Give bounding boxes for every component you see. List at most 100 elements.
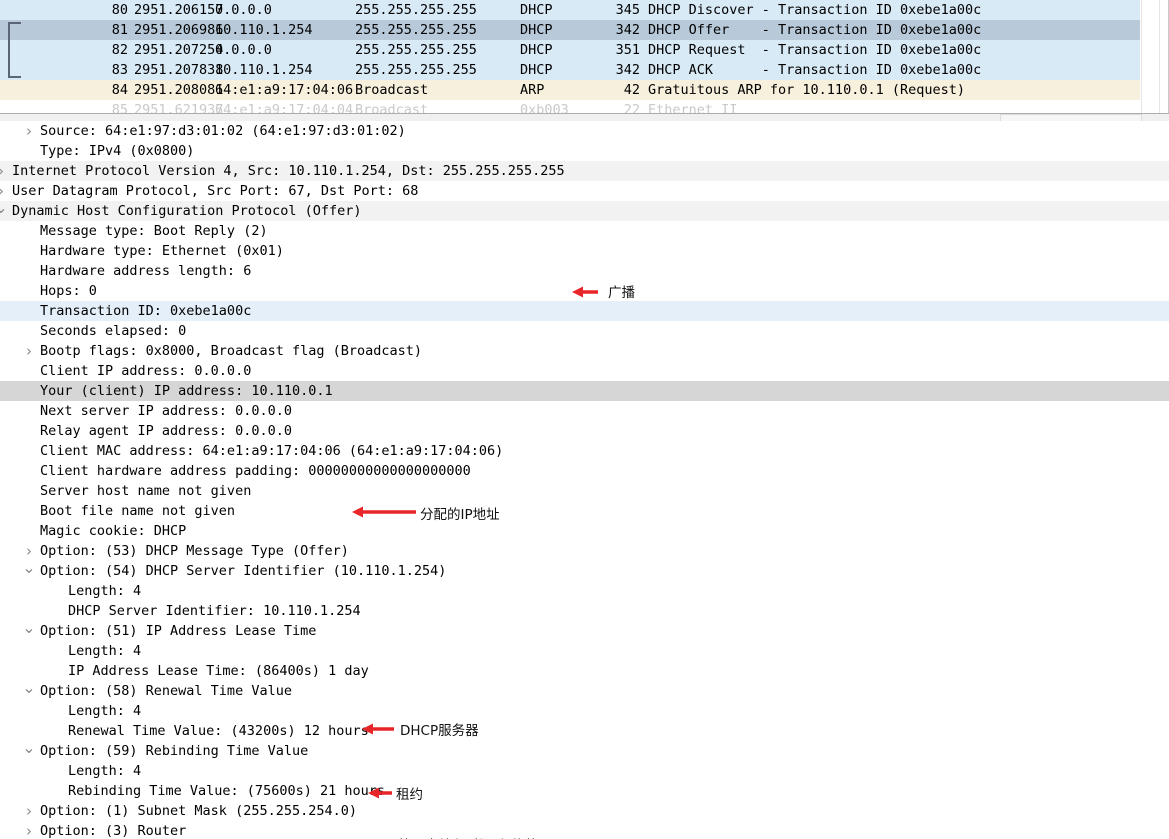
packet-detail-row[interactable]: Server host name not given <box>0 481 1169 501</box>
packet-detail-label: Length: 4 <box>68 643 142 659</box>
packet-detail-row[interactable]: › Option: (53) DHCP Message Type (Offer) <box>0 541 1169 561</box>
packet-dest-cell: 255.255.255.255 <box>355 2 477 18</box>
packet-detail-row[interactable]: Renewal Time Value: (43200s) 12 hours <box>0 721 1169 741</box>
packet-list-vertical-scrollbar[interactable] <box>1141 0 1160 113</box>
packet-detail-row[interactable]: Next server IP address: 0.0.0.0 <box>0 401 1169 421</box>
packet-detail-row[interactable]: ›Internet Protocol Version 4, Src: 10.11… <box>0 161 1169 181</box>
packet-detail-row[interactable]: Client MAC address: 64:e1:a9:17:04:06 (6… <box>0 441 1169 461</box>
packet-list-row[interactable]: 81 2951.206986 10.110.1.254 255.255.255.255… <box>0 20 1140 40</box>
chevron-down-icon[interactable]: ⌄ <box>0 200 8 216</box>
packet-list-pane[interactable]: 80 2951.206157 0.0.0.0 255.255.255.255 DHCP 3… <box>0 0 1169 113</box>
packet-detail-row[interactable]: › Option: (3) Router <box>0 821 1169 839</box>
packet-list-row[interactable]: 83 2951.207838 10.110.1.254 255.255.255.255… <box>0 60 1140 80</box>
annotation-arrow-icon <box>352 506 416 518</box>
packet-detail-row[interactable]: Your (client) IP address: 10.110.0.1 <box>0 381 1169 401</box>
chevron-right-icon[interactable]: › <box>22 821 36 839</box>
packet-detail-row[interactable]: Relay agent IP address: 0.0.0.0 <box>0 421 1169 441</box>
packet-detail-label: Next server IP address: 0.0.0.0 <box>40 403 292 419</box>
packet-detail-label: DHCP Server Identifier: 10.110.1.254 <box>68 603 361 619</box>
packet-source-cell: 64:e1:a9:17:04:04 <box>215 102 354 113</box>
packet-detail-label: Relay agent IP address: 0.0.0.0 <box>40 423 292 439</box>
packet-detail-row[interactable]: Length: 4 <box>0 701 1169 721</box>
packet-detail-row[interactable]: Boot file name not given <box>0 501 1169 521</box>
packet-detail-label: Option: (54) DHCP Server Identifier (10.… <box>40 563 447 579</box>
packet-time-cell: 2951.207254 <box>134 42 224 58</box>
chevron-right-icon[interactable]: › <box>22 121 36 141</box>
packet-detail-label: Boot file name not given <box>40 503 236 519</box>
packet-detail-label: Seconds elapsed: 0 <box>40 323 187 339</box>
packet-source-cell: 10.110.1.254 <box>215 22 313 38</box>
packet-detail-row[interactable]: Transaction ID: 0xebe1a00c <box>0 301 1169 321</box>
packet-protocol-cell: ARP <box>520 82 545 98</box>
packet-no-cell: 83 <box>111 62 128 78</box>
packet-detail-label: Option: (3) Router <box>40 823 187 839</box>
packet-length-cell: 351 <box>615 42 640 58</box>
packet-detail-row[interactable]: Type: IPv4 (0x0800) <box>0 141 1169 161</box>
packet-detail-label: Your (client) IP address: 10.110.0.1 <box>40 383 333 399</box>
packet-detail-label: Message type: Boot Reply (2) <box>40 223 268 239</box>
chevron-down-icon[interactable]: ⌄ <box>22 620 36 636</box>
packet-list-row[interactable]: 85 2951.621937 64:e1:a9:17:04:04 Broadcast 0… <box>0 100 1140 113</box>
packet-detail-row[interactable]: Rebinding Time Value: (75600s) 21 hours <box>0 781 1169 801</box>
packet-detail-row[interactable]: ›User Datagram Protocol, Src Port: 67, D… <box>0 181 1169 201</box>
packet-detail-row[interactable]: IP Address Lease Time: (86400s) 1 day <box>0 661 1169 681</box>
packet-detail-label: Option: (1) Subnet Mask (255.255.254.0) <box>40 803 357 819</box>
packet-info-cell: Gratuitous ARP for 10.110.0.1 (Request) <box>648 82 965 98</box>
packet-detail-row[interactable]: › Bootp flags: 0x8000, Broadcast flag (Br… <box>0 341 1169 361</box>
packet-no-cell: 84 <box>111 82 128 98</box>
packet-detail-tree[interactable]: › Source: 64:e1:97:d3:01:02 (64:e1:97:d3:… <box>0 121 1169 839</box>
packet-detail-row[interactable]: ⌄ Option: (58) Renewal Time Value <box>0 680 1169 701</box>
packet-protocol-cell: 0xb003 <box>520 102 569 113</box>
annotation-arrow-icon <box>368 787 392 799</box>
packet-detail-row[interactable]: ⌄ Option: (54) DHCP Server Identifier (10… <box>0 560 1169 581</box>
packet-detail-row[interactable]: DHCP Server Identifier: 10.110.1.254 <box>0 601 1169 621</box>
packet-source-cell: 0.0.0.0 <box>215 42 272 58</box>
packet-detail-row[interactable]: Message type: Boot Reply (2) <box>0 221 1169 241</box>
packet-info-cell: DHCP ACK - Transaction ID 0xebe1a00c <box>648 62 982 78</box>
packet-detail-row[interactable]: › Option: (1) Subnet Mask (255.255.254.0) <box>0 801 1169 821</box>
packet-detail-row[interactable]: Length: 4 <box>0 761 1169 781</box>
packet-list-scroll-thumb[interactable] <box>1143 0 1158 96</box>
packet-protocol-cell: DHCP <box>520 22 553 38</box>
packet-list-row[interactable]: 84 2951.208081 64:e1:a9:17:04:06 Broadcast A… <box>0 80 1140 100</box>
packet-detail-row[interactable]: › Source: 64:e1:97:d3:01:02 (64:e1:97:d3:… <box>0 121 1169 141</box>
packet-detail-label: Renewal Time Value: (43200s) 12 hours <box>68 723 369 739</box>
chevron-down-icon[interactable]: ⌄ <box>22 680 36 696</box>
chevron-down-icon[interactable]: ⌄ <box>22 740 36 756</box>
packet-detail-row[interactable]: ⌄ Dynamic Host Configuration Protocol (Of… <box>0 200 1169 221</box>
packet-detail-row[interactable]: Length: 4 <box>0 581 1169 601</box>
packet-detail-label: Length: 4 <box>68 763 142 779</box>
packet-detail-row[interactable]: Hardware type: Ethernet (0x01) <box>0 241 1169 261</box>
packet-list-row[interactable]: 82 2951.207254 0.0.0.0 255.255.255.255 DHCP 3… <box>0 40 1140 60</box>
packet-dest-cell: Broadcast <box>355 102 429 113</box>
packet-detail-row[interactable]: ⌄ Option: (59) Rebinding Time Value <box>0 740 1169 761</box>
packet-detail-row[interactable]: Client IP address: 0.0.0.0 <box>0 361 1169 381</box>
packet-list-rows[interactable]: 80 2951.206157 0.0.0.0 255.255.255.255 DHCP 3… <box>0 0 1140 113</box>
packet-detail-row[interactable]: Seconds elapsed: 0 <box>0 321 1169 341</box>
packet-list-row[interactable]: 80 2951.206157 0.0.0.0 255.255.255.255 DHCP 3… <box>0 0 1140 20</box>
packet-detail-pane[interactable]: › Source: 64:e1:97:d3:01:02 (64:e1:97:d3:… <box>0 121 1169 839</box>
packet-detail-label: Client MAC address: 64:e1:a9:17:04:06 (6… <box>40 443 504 459</box>
packet-detail-row[interactable]: ⌄ Option: (51) IP Address Lease Time <box>0 620 1169 641</box>
packet-detail-label: IP Address Lease Time: (86400s) 1 day <box>68 663 369 679</box>
annotation-label: 广播 <box>608 285 635 301</box>
packet-detail-row[interactable]: Client hardware address padding: 0000000… <box>0 461 1169 481</box>
chevron-right-icon[interactable]: › <box>22 341 36 361</box>
packet-detail-label: Option: (59) Rebinding Time Value <box>40 743 309 759</box>
packet-detail-row[interactable]: Magic cookie: DHCP <box>0 521 1169 541</box>
chevron-right-icon[interactable]: › <box>0 161 8 181</box>
packet-detail-row[interactable]: Length: 4 <box>0 641 1169 661</box>
packet-info-cell: DHCP Offer - Transaction ID 0xebe1a00c <box>648 22 982 38</box>
packet-detail-label: Hardware type: Ethernet (0x01) <box>40 243 284 259</box>
packet-detail-label: Bootp flags: 0x8000, Broadcast flag (Bro… <box>40 343 423 359</box>
chevron-right-icon[interactable]: › <box>22 801 36 821</box>
packet-no-cell: 80 <box>111 2 128 18</box>
annotation-label: DHCP服务器 <box>400 723 479 739</box>
packet-detail-label: Type: IPv4 (0x0800) <box>40 143 195 159</box>
packet-length-cell: 42 <box>623 82 640 98</box>
packet-detail-row[interactable]: Hardware address length: 6 <box>0 261 1169 281</box>
packet-info-cell: DHCP Request - Transaction ID 0xebe1a00c <box>648 42 982 58</box>
chevron-down-icon[interactable]: ⌄ <box>22 560 36 576</box>
packet-detail-label: Client hardware address padding: 0000000… <box>40 463 471 479</box>
packet-protocol-cell: DHCP <box>520 2 553 18</box>
